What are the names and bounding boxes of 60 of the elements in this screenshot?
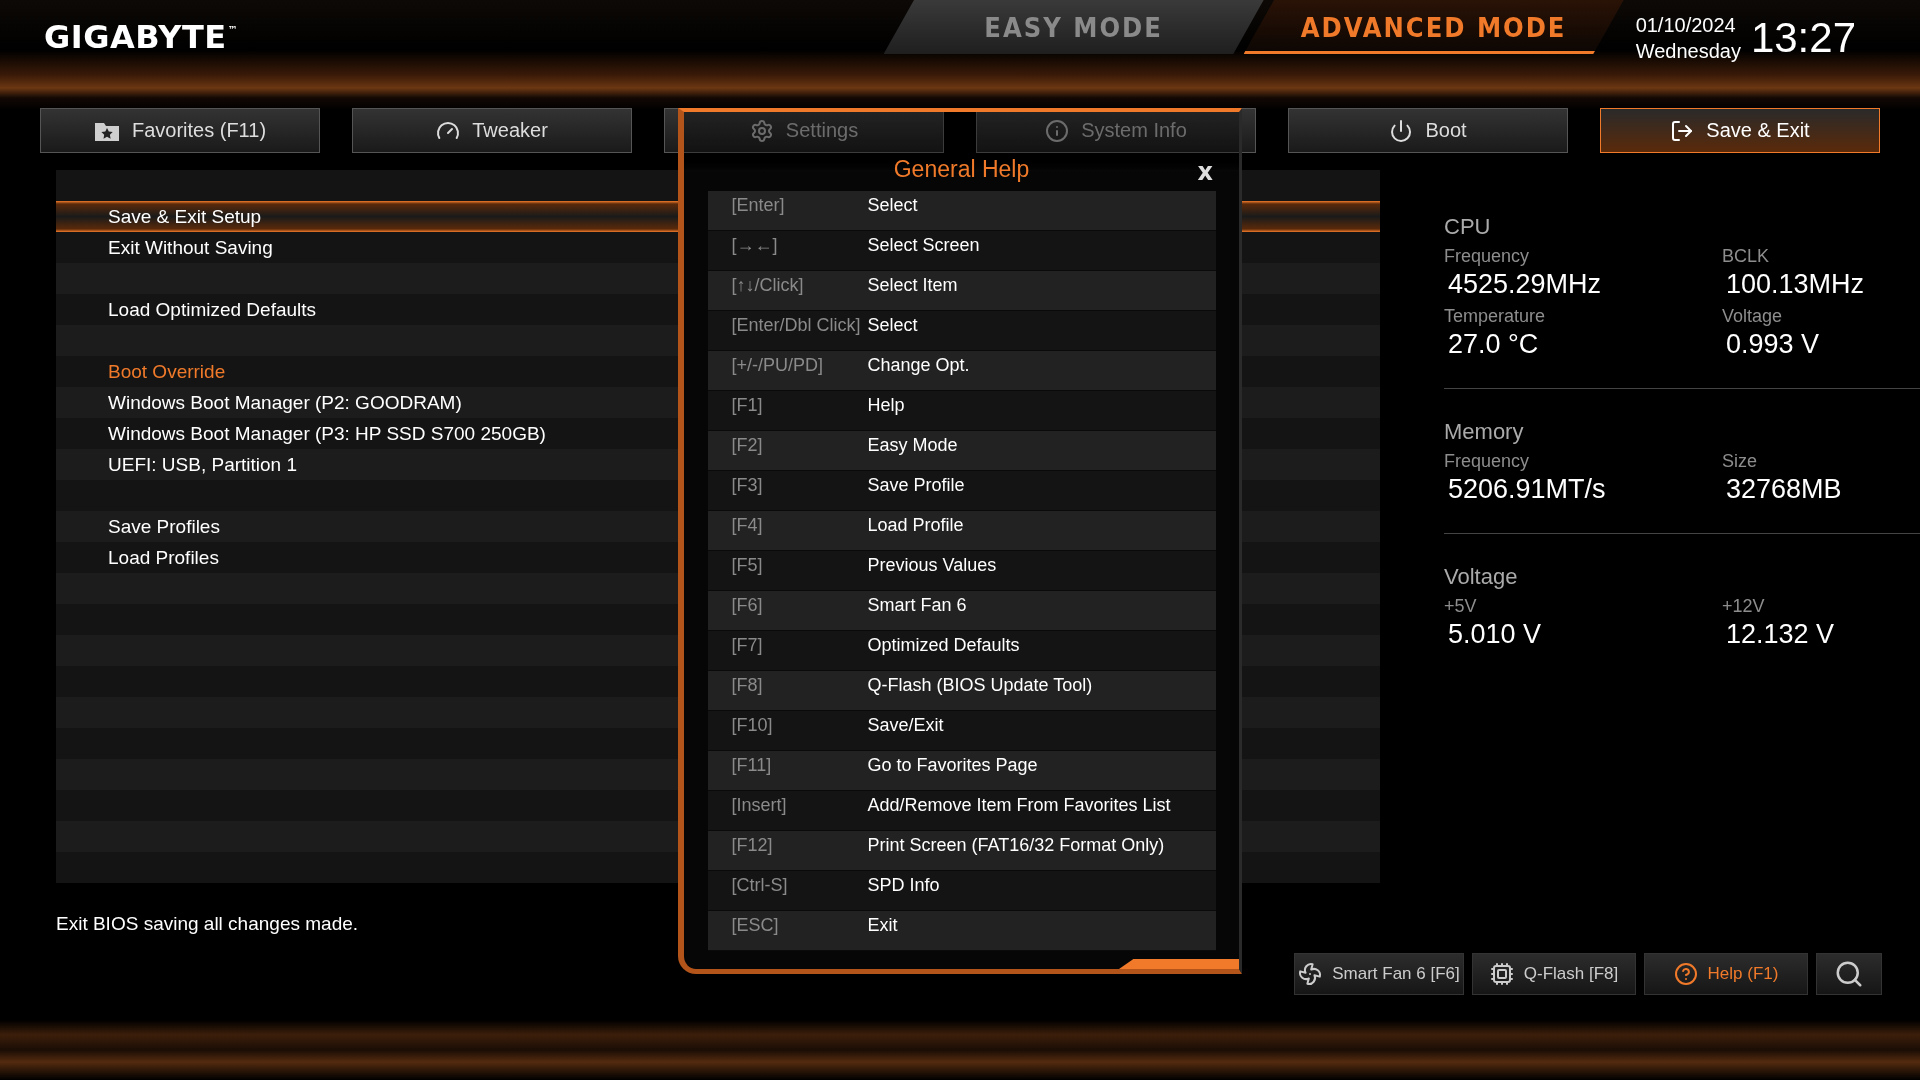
shortcut-key: [Enter] [707, 195, 868, 216]
clock-time: 13:27 [1750, 14, 1856, 62]
field-value: 0.993 V [1725, 329, 1821, 360]
shortcut-action: SPD Info [867, 875, 940, 896]
section-title: CPU [1444, 214, 1492, 240]
shortcut-key: [F6] [707, 595, 868, 616]
shortcut-action: Add/Remove Item From Favorites List [867, 795, 1171, 816]
shortcut-action: Select [867, 315, 918, 336]
shortcut-action: Select Item [867, 275, 958, 296]
field-label: Frequency [1444, 246, 1531, 267]
shortcut-key: [F12] [707, 835, 868, 856]
shortcut-key: [F11] [707, 755, 868, 776]
section-title: Memory [1444, 419, 1525, 445]
shortcut-key: [F10] [707, 715, 868, 736]
shortcut-key: [→←] [707, 235, 868, 256]
shortcut-key: [Insert] [707, 795, 868, 816]
date-text: 01/10/2024 [1635, 13, 1737, 38]
field-label: Voltage [1722, 306, 1784, 327]
shortcut-action: Save/Exit [867, 715, 944, 736]
shortcut-action: Q-Flash (BIOS Update Tool) [867, 675, 1093, 696]
shortcut-key: [+/-/PU/PD] [707, 355, 868, 376]
field-value: 100.13MHz [1725, 269, 1866, 300]
field-label: Frequency [1444, 451, 1531, 472]
field-value: 5206.91MT/s [1447, 474, 1607, 505]
field-value: 27.0 °C [1447, 329, 1540, 360]
shortcut-action: Exit [867, 915, 898, 936]
field-label: BCLK [1722, 246, 1771, 267]
shortcut-key: [ESC] [707, 915, 868, 936]
shortcut-action: Load Profile [867, 515, 964, 536]
shortcut-key: [F4] [707, 515, 868, 536]
shortcut-key: [↑↓/Click] [707, 275, 868, 296]
field-label: Temperature [1444, 306, 1547, 327]
shortcut-key: [Enter/Dbl Click] [707, 315, 868, 336]
shortcut-key: [Ctrl-S] [707, 875, 868, 896]
shortcut-action: Optimized Defaults [867, 635, 1020, 656]
shortcut-action: Select Screen [867, 235, 980, 256]
field-label: +12V [1722, 596, 1766, 617]
weekday-text: Wednesday [1635, 39, 1741, 64]
item-description: Exit BIOS saving all changes made. [56, 913, 359, 935]
shortcut-action: Select [867, 195, 918, 216]
field-value: 32768MB [1725, 474, 1843, 505]
field-value: 5.010 V [1447, 619, 1543, 650]
field-label: +5V [1444, 596, 1478, 617]
brand-logo: GIGABYTE™ [44, 18, 239, 56]
shortcut-key: [F1] [707, 395, 868, 416]
shortcut-key: [F5] [707, 555, 868, 576]
shortcut-action: Previous Values [867, 555, 997, 576]
shortcut-action: Change Opt. [867, 355, 970, 376]
shortcut-key: [F8] [707, 675, 868, 696]
field-label: Size [1722, 451, 1758, 472]
section-title: Voltage [1444, 564, 1519, 590]
shortcut-action: Go to Favorites Page [867, 755, 1038, 776]
shortcut-action: Help [867, 395, 905, 416]
shortcut-key: [F7] [707, 635, 868, 656]
dialog-title: General Help [893, 156, 1030, 183]
field-value: 12.132 V [1725, 619, 1836, 650]
section-heading: Boot Override [108, 360, 226, 383]
shortcut-action: Smart Fan 6 [867, 595, 967, 616]
shortcut-action: Print Screen (FAT16/32 Format Only) [867, 835, 1165, 856]
field-value: 4525.29MHz [1447, 269, 1603, 300]
